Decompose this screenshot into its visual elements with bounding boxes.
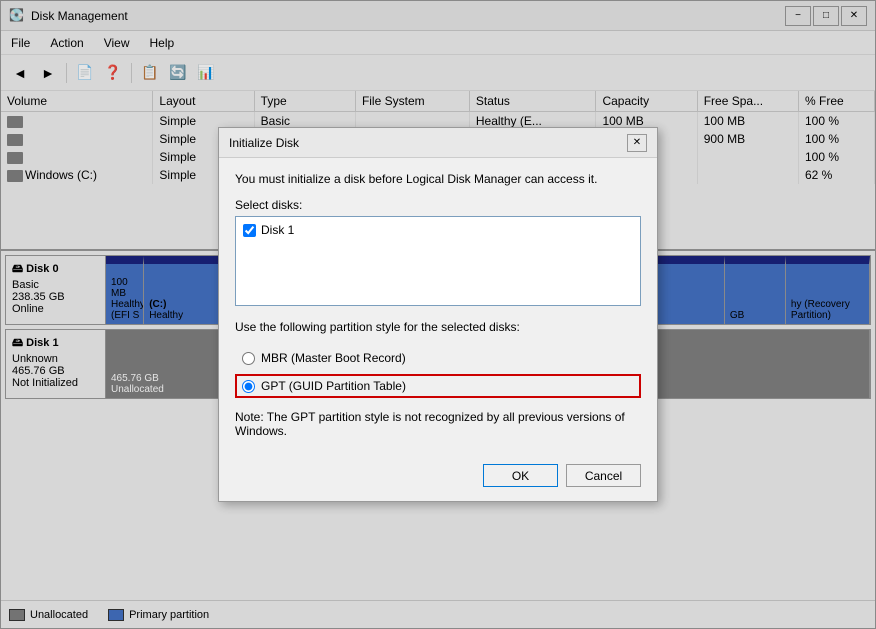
note-text: Note: The GPT partition style is not rec… <box>235 410 641 438</box>
select-disks-label: Select disks: <box>235 198 641 212</box>
gpt-option[interactable]: GPT (GUID Partition Table) <box>235 374 641 398</box>
gpt-label: GPT (GUID Partition Table) <box>261 379 406 393</box>
initialize-disk-dialog: Initialize Disk ✕ You must initialize a … <box>218 127 658 502</box>
partition-style-label: Use the following partition style for th… <box>235 320 641 334</box>
dialog-title: Initialize Disk <box>229 136 299 150</box>
dialog-close-button[interactable]: ✕ <box>627 134 647 152</box>
mbr-option[interactable]: MBR (Master Boot Record) <box>235 346 641 370</box>
mbr-radio[interactable] <box>242 352 255 365</box>
disk-list: Disk 1 <box>235 216 641 306</box>
ok-button[interactable]: OK <box>483 464 558 487</box>
cancel-button[interactable]: Cancel <box>566 464 641 487</box>
gpt-radio[interactable] <box>242 380 255 393</box>
dialog-title-bar: Initialize Disk ✕ <box>219 128 657 158</box>
dialog-body: You must initialize a disk before Logica… <box>219 158 657 464</box>
disk-list-item-label: Disk 1 <box>261 223 294 237</box>
dialog-intro-text: You must initialize a disk before Logica… <box>235 172 641 186</box>
modal-overlay: Initialize Disk ✕ You must initialize a … <box>0 0 876 629</box>
partition-style-radio-group: MBR (Master Boot Record) GPT (GUID Parti… <box>235 346 641 398</box>
mbr-label: MBR (Master Boot Record) <box>261 351 406 365</box>
dialog-footer: OK Cancel <box>219 464 657 501</box>
disk-list-item-1: Disk 1 <box>240 221 636 239</box>
disk-1-checkbox[interactable] <box>243 224 256 237</box>
